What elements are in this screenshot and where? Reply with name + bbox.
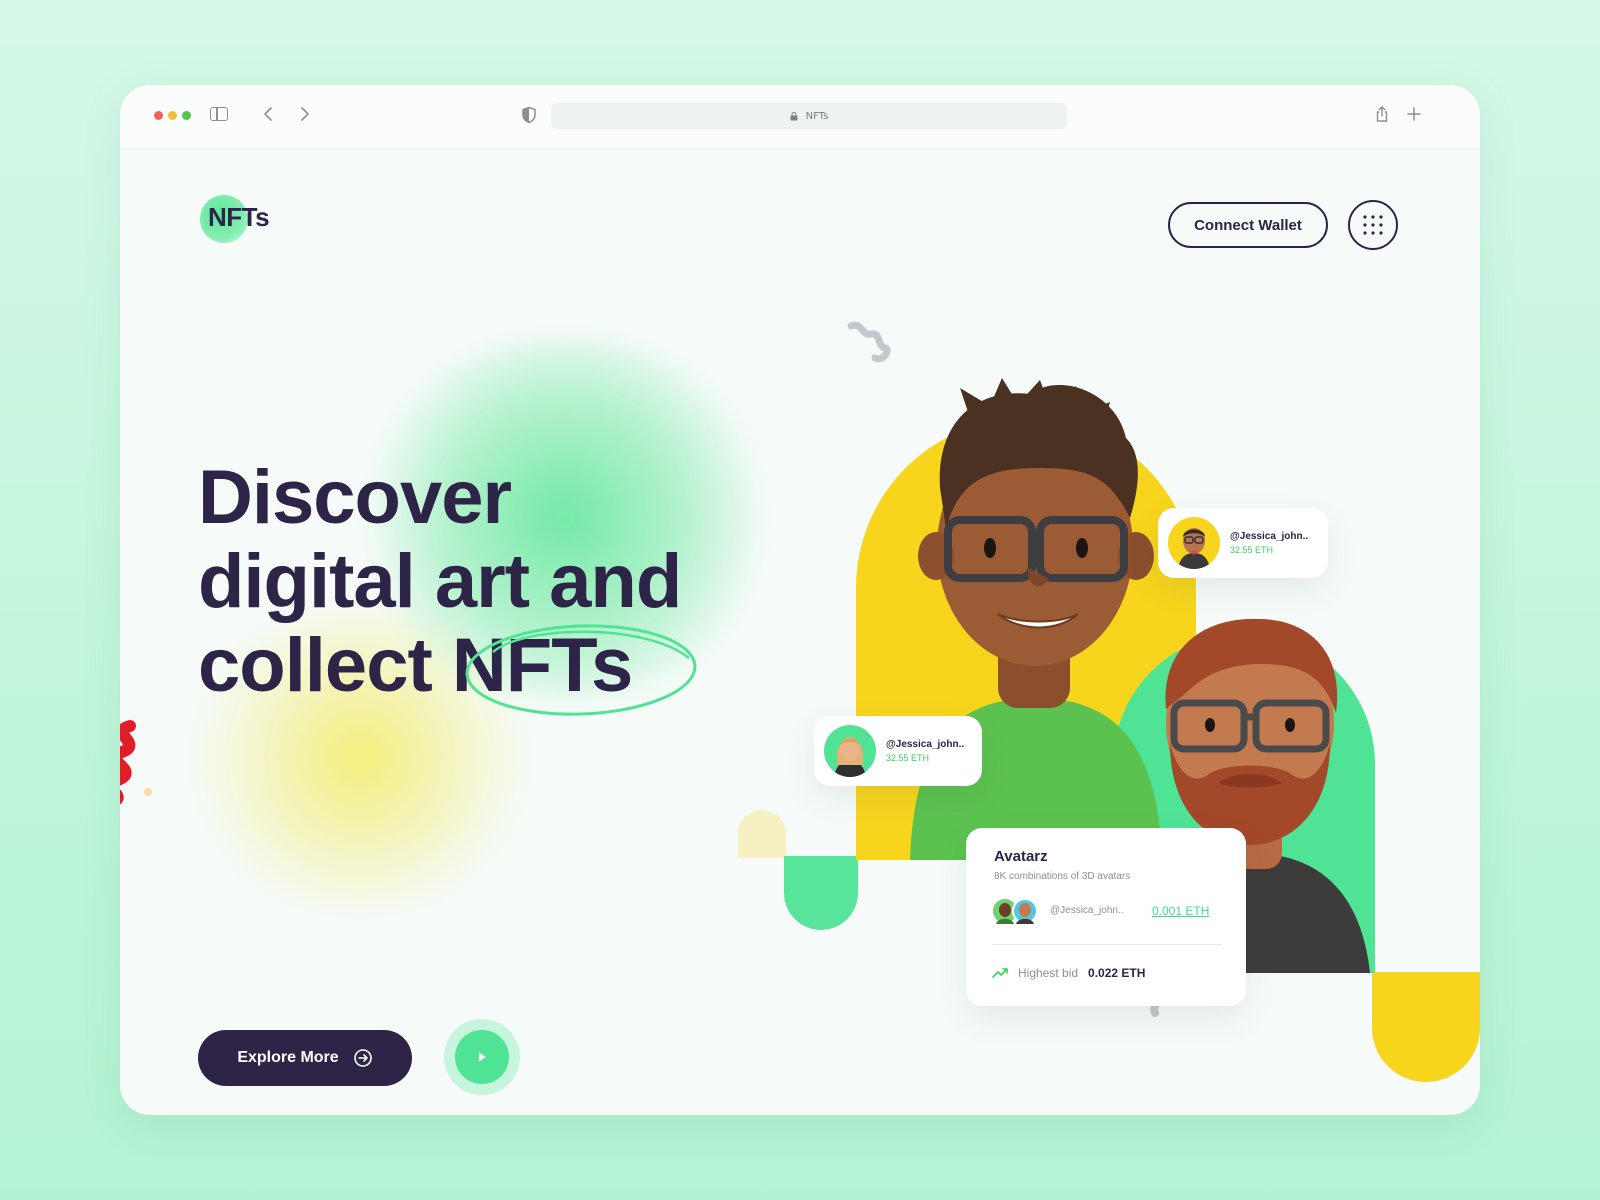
- close-window-button[interactable]: [154, 111, 163, 120]
- sidebar-icon[interactable]: [210, 107, 228, 121]
- creator-avatar: [824, 725, 876, 777]
- card-divider: [992, 944, 1222, 945]
- hero-line-1: Discover: [198, 455, 512, 540]
- creator-card-top[interactable]: @Jessica_john.. 32.55 ETH: [1158, 508, 1328, 578]
- play-button-core: [455, 1030, 509, 1084]
- trending-up-icon: [992, 968, 1008, 978]
- cream-arch-decoration: [738, 810, 786, 858]
- creator-avatar: [1168, 517, 1220, 569]
- lock-icon: [790, 111, 798, 121]
- creator-info: @Jessica_john.. 32.55 ETH: [1230, 531, 1308, 555]
- browser-toolbar: NFTs: [120, 85, 1480, 149]
- plus-icon[interactable]: [1406, 105, 1422, 123]
- collection-owner-handle[interactable]: @Jessica_john..: [1050, 905, 1124, 916]
- hero-line-2: digital art and: [198, 539, 682, 624]
- collection-price-link[interactable]: 0.001 ETH: [1152, 904, 1209, 918]
- highest-bid-label: Highest bid: [1018, 966, 1079, 980]
- grid-menu-icon: [1363, 215, 1383, 235]
- owner-avatars: [993, 898, 1038, 924]
- collection-title: Avatarz: [994, 848, 1048, 865]
- creator-handle: @Jessica_john..: [886, 739, 965, 750]
- share-icon[interactable]: [1374, 105, 1390, 123]
- maximize-window-button[interactable]: [182, 111, 191, 120]
- browser-window: NFTs NFTs Connect Wallet Discover digita…: [120, 85, 1480, 1115]
- logo-text: NFTs: [208, 202, 270, 232]
- minimize-window-button[interactable]: [168, 111, 177, 120]
- arrow-circle-right-icon: [353, 1049, 372, 1067]
- creator-info: @Jessica_john.. 32.55 ETH: [886, 739, 964, 763]
- green-arch-decoration: [784, 856, 858, 930]
- address-text: NFTs: [805, 110, 829, 122]
- address-bar[interactable]: NFTs: [551, 103, 1067, 129]
- creator-card-left[interactable]: @Jessica_john.. 32.55 ETH: [814, 716, 982, 786]
- highest-bid-row: Highest bid 0.022 ETH: [992, 966, 1145, 980]
- explore-more-label: Explore More: [237, 1049, 339, 1066]
- grid-menu-button[interactable]: [1348, 200, 1398, 250]
- creator-price: 32.55 ETH: [886, 753, 930, 763]
- collection-owner-row: @Jessica_john.. 0.001 ETH: [992, 898, 1222, 924]
- highest-bid-value: 0.022 ETH: [1088, 966, 1146, 980]
- collection-card[interactable]: Avatarz 8K combinations of 3D avatars @J…: [966, 828, 1246, 1006]
- highlight-ring-decoration: [465, 624, 697, 716]
- shield-icon[interactable]: [521, 106, 537, 124]
- landing-page: NFTs Connect Wallet Discover digital art…: [120, 148, 1480, 1115]
- play-video-button[interactable]: [444, 1019, 520, 1095]
- creator-price: 32.55 ETH: [1230, 545, 1274, 555]
- chevron-left-icon[interactable]: [261, 105, 277, 123]
- creator-handle: @Jessica_john..: [1230, 531, 1309, 542]
- silver-squiggle-decoration: [847, 321, 891, 363]
- red-squiggle-decoration: [120, 720, 152, 804]
- site-logo[interactable]: NFTs: [198, 192, 288, 252]
- play-icon: [479, 1052, 486, 1062]
- hero-line-3-prefix: collect: [198, 623, 452, 708]
- yellow-arch-decoration: [1372, 972, 1480, 1082]
- explore-more-button[interactable]: Explore More: [198, 1030, 412, 1086]
- connect-wallet-button[interactable]: Connect Wallet: [1168, 202, 1328, 248]
- collection-subtitle: 8K combinations of 3D avatars: [994, 871, 1131, 882]
- chevron-right-icon[interactable]: [296, 105, 312, 123]
